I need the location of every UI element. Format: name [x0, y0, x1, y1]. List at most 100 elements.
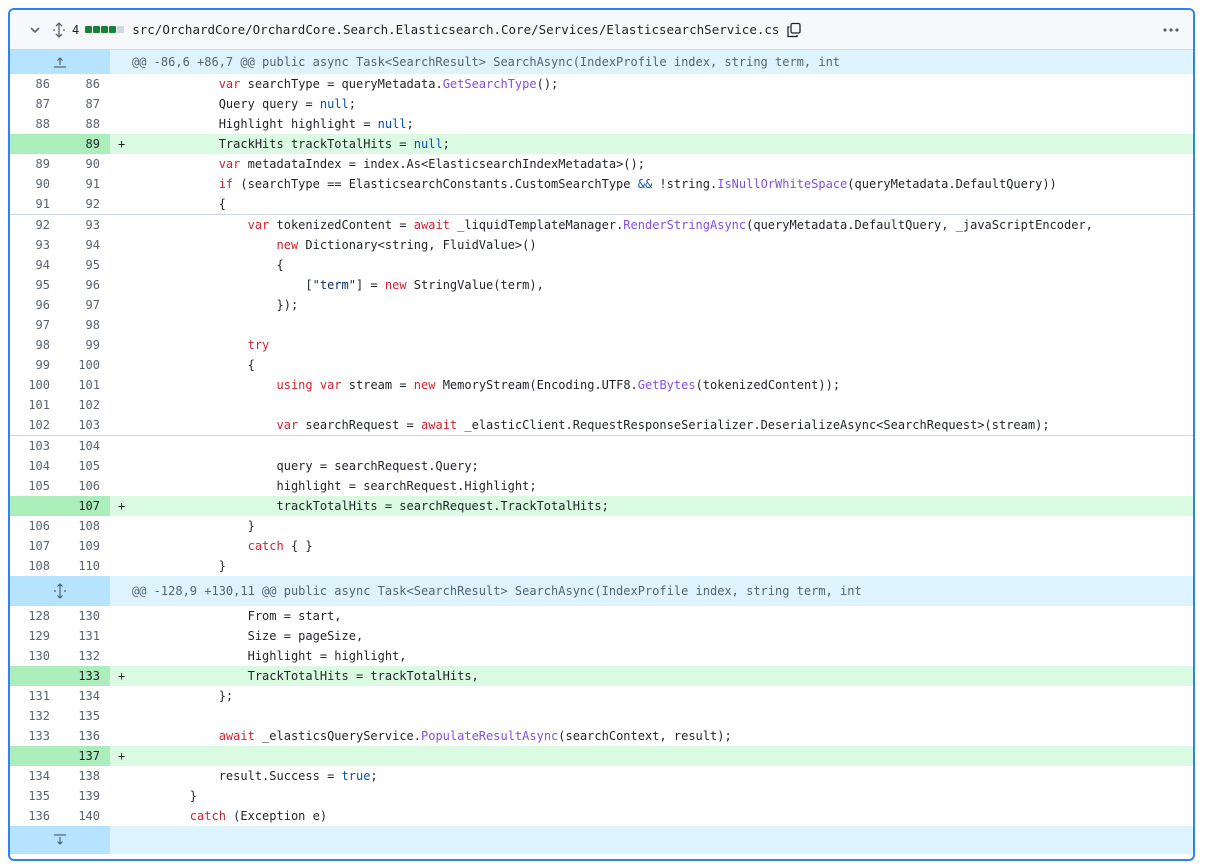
new-line-number[interactable]: 98 — [60, 315, 110, 335]
old-line-number[interactable]: 97 — [10, 315, 60, 335]
new-line-number[interactable]: 133 — [60, 666, 110, 686]
old-line-number[interactable]: 107 — [10, 536, 60, 556]
file-path[interactable]: src/OrchardCore/OrchardCore.Search.Elast… — [132, 22, 779, 37]
old-line-number[interactable]: 129 — [10, 626, 60, 646]
new-line-number[interactable]: 109 — [60, 536, 110, 556]
old-line-number[interactable]: 95 — [10, 275, 60, 295]
old-line-number[interactable]: 108 — [10, 556, 60, 576]
old-line-number[interactable]: 90 — [10, 174, 60, 194]
old-line-number[interactable]: 134 — [10, 766, 60, 786]
old-line-number[interactable]: 86 — [10, 74, 60, 94]
new-line-number[interactable]: 103 — [60, 415, 110, 435]
old-line-number[interactable]: 100 — [10, 375, 60, 395]
old-line-number[interactable]: 98 — [10, 335, 60, 355]
old-line-number[interactable]: 103 — [10, 436, 60, 456]
code-token: try — [247, 338, 270, 352]
new-line-number[interactable]: 99 — [60, 335, 110, 355]
code-token: [ — [132, 278, 313, 292]
old-line-number[interactable]: 99 — [10, 355, 60, 375]
new-line-number[interactable]: 110 — [60, 556, 110, 576]
new-line-number[interactable]: 96 — [60, 275, 110, 295]
new-line-number[interactable]: 95 — [60, 255, 110, 275]
old-line-number[interactable]: 92 — [10, 215, 60, 235]
new-line-number[interactable]: 87 — [60, 94, 110, 114]
old-line-number[interactable]: 106 — [10, 516, 60, 536]
new-line-number[interactable]: 138 — [60, 766, 110, 786]
new-line-number[interactable]: 105 — [60, 456, 110, 476]
new-line-number[interactable]: 100 — [60, 355, 110, 375]
new-line-number[interactable]: 89 — [60, 134, 110, 154]
new-line-number[interactable]: 135 — [60, 706, 110, 726]
diff-line-context: 108 110 } — [10, 556, 1193, 576]
new-line-number[interactable]: 136 — [60, 726, 110, 746]
new-line-number[interactable]: 94 — [60, 235, 110, 255]
old-line-number[interactable]: 130 — [10, 646, 60, 666]
new-line-number[interactable]: 106 — [60, 476, 110, 496]
code-token: } — [132, 789, 198, 803]
code-token: true — [341, 769, 371, 783]
old-line-number[interactable]: 128 — [10, 606, 60, 626]
old-line-number[interactable]: 105 — [10, 476, 60, 496]
diff-sign — [110, 626, 132, 646]
new-line-number[interactable]: 107 — [60, 496, 110, 516]
diffstat-blocks — [85, 26, 125, 33]
expand-up-icon[interactable] — [10, 50, 110, 74]
new-line-number[interactable]: 91 — [60, 174, 110, 194]
old-line-number[interactable]: 101 — [10, 395, 60, 415]
old-line-number[interactable] — [10, 666, 60, 686]
new-line-number[interactable]: 130 — [60, 606, 110, 626]
old-line-number[interactable] — [10, 496, 60, 516]
old-line-number[interactable]: 133 — [10, 726, 60, 746]
diffstat-block — [85, 26, 93, 33]
new-line-number[interactable]: 108 — [60, 516, 110, 536]
code-token: new — [384, 278, 407, 292]
code-token: (); — [536, 77, 559, 91]
old-line-number[interactable]: 87 — [10, 94, 60, 114]
new-line-number[interactable]: 93 — [60, 215, 110, 235]
new-line-number[interactable]: 90 — [60, 154, 110, 174]
diff-sign — [110, 786, 132, 806]
new-line-number[interactable]: 97 — [60, 295, 110, 315]
new-line-number[interactable]: 104 — [60, 436, 110, 456]
old-line-number[interactable]: 96 — [10, 295, 60, 315]
diff-line-context: 104 105 query = searchRequest.Query; — [10, 456, 1193, 476]
new-line-number[interactable]: 132 — [60, 646, 110, 666]
expand-all-icon[interactable] — [50, 21, 68, 39]
expand-both-icon[interactable] — [10, 576, 110, 606]
diff-line-context: 97 98 — [10, 315, 1193, 335]
new-line-number[interactable]: 92 — [60, 194, 110, 214]
old-line-number[interactable] — [10, 134, 60, 154]
old-line-number[interactable]: 88 — [10, 114, 60, 134]
old-line-number[interactable]: 91 — [10, 194, 60, 214]
old-line-number[interactable]: 93 — [10, 235, 60, 255]
old-line-number[interactable]: 136 — [10, 806, 60, 826]
new-line-number[interactable]: 102 — [60, 395, 110, 415]
old-line-number[interactable]: 89 — [10, 154, 60, 174]
new-line-number[interactable]: 139 — [60, 786, 110, 806]
old-line-number[interactable]: 94 — [10, 255, 60, 275]
new-line-number[interactable]: 140 — [60, 806, 110, 826]
new-line-number[interactable]: 88 — [60, 114, 110, 134]
new-line-number[interactable]: 131 — [60, 626, 110, 646]
old-line-number[interactable]: 132 — [10, 706, 60, 726]
chevron-down-icon[interactable] — [26, 21, 44, 39]
old-line-number[interactable]: 135 — [10, 786, 60, 806]
diff-line-context: 103 104 — [10, 435, 1193, 456]
diff-line-context: 88 88 Highlight highlight = null; — [10, 114, 1193, 134]
old-line-number[interactable]: 104 — [10, 456, 60, 476]
new-line-number[interactable]: 137 — [60, 746, 110, 766]
hunk-footer — [10, 826, 1193, 854]
old-line-number[interactable]: 131 — [10, 686, 60, 706]
copy-icon[interactable] — [785, 21, 803, 39]
kebab-menu-icon[interactable] — [1159, 18, 1183, 42]
old-line-number[interactable] — [10, 746, 60, 766]
new-line-number[interactable]: 86 — [60, 74, 110, 94]
code-token: && — [637, 177, 653, 191]
expand-down-icon[interactable] — [10, 826, 110, 854]
old-line-number[interactable]: 102 — [10, 415, 60, 435]
new-line-number[interactable]: 101 — [60, 375, 110, 395]
code-token: null — [319, 97, 349, 111]
new-line-number[interactable]: 134 — [60, 686, 110, 706]
